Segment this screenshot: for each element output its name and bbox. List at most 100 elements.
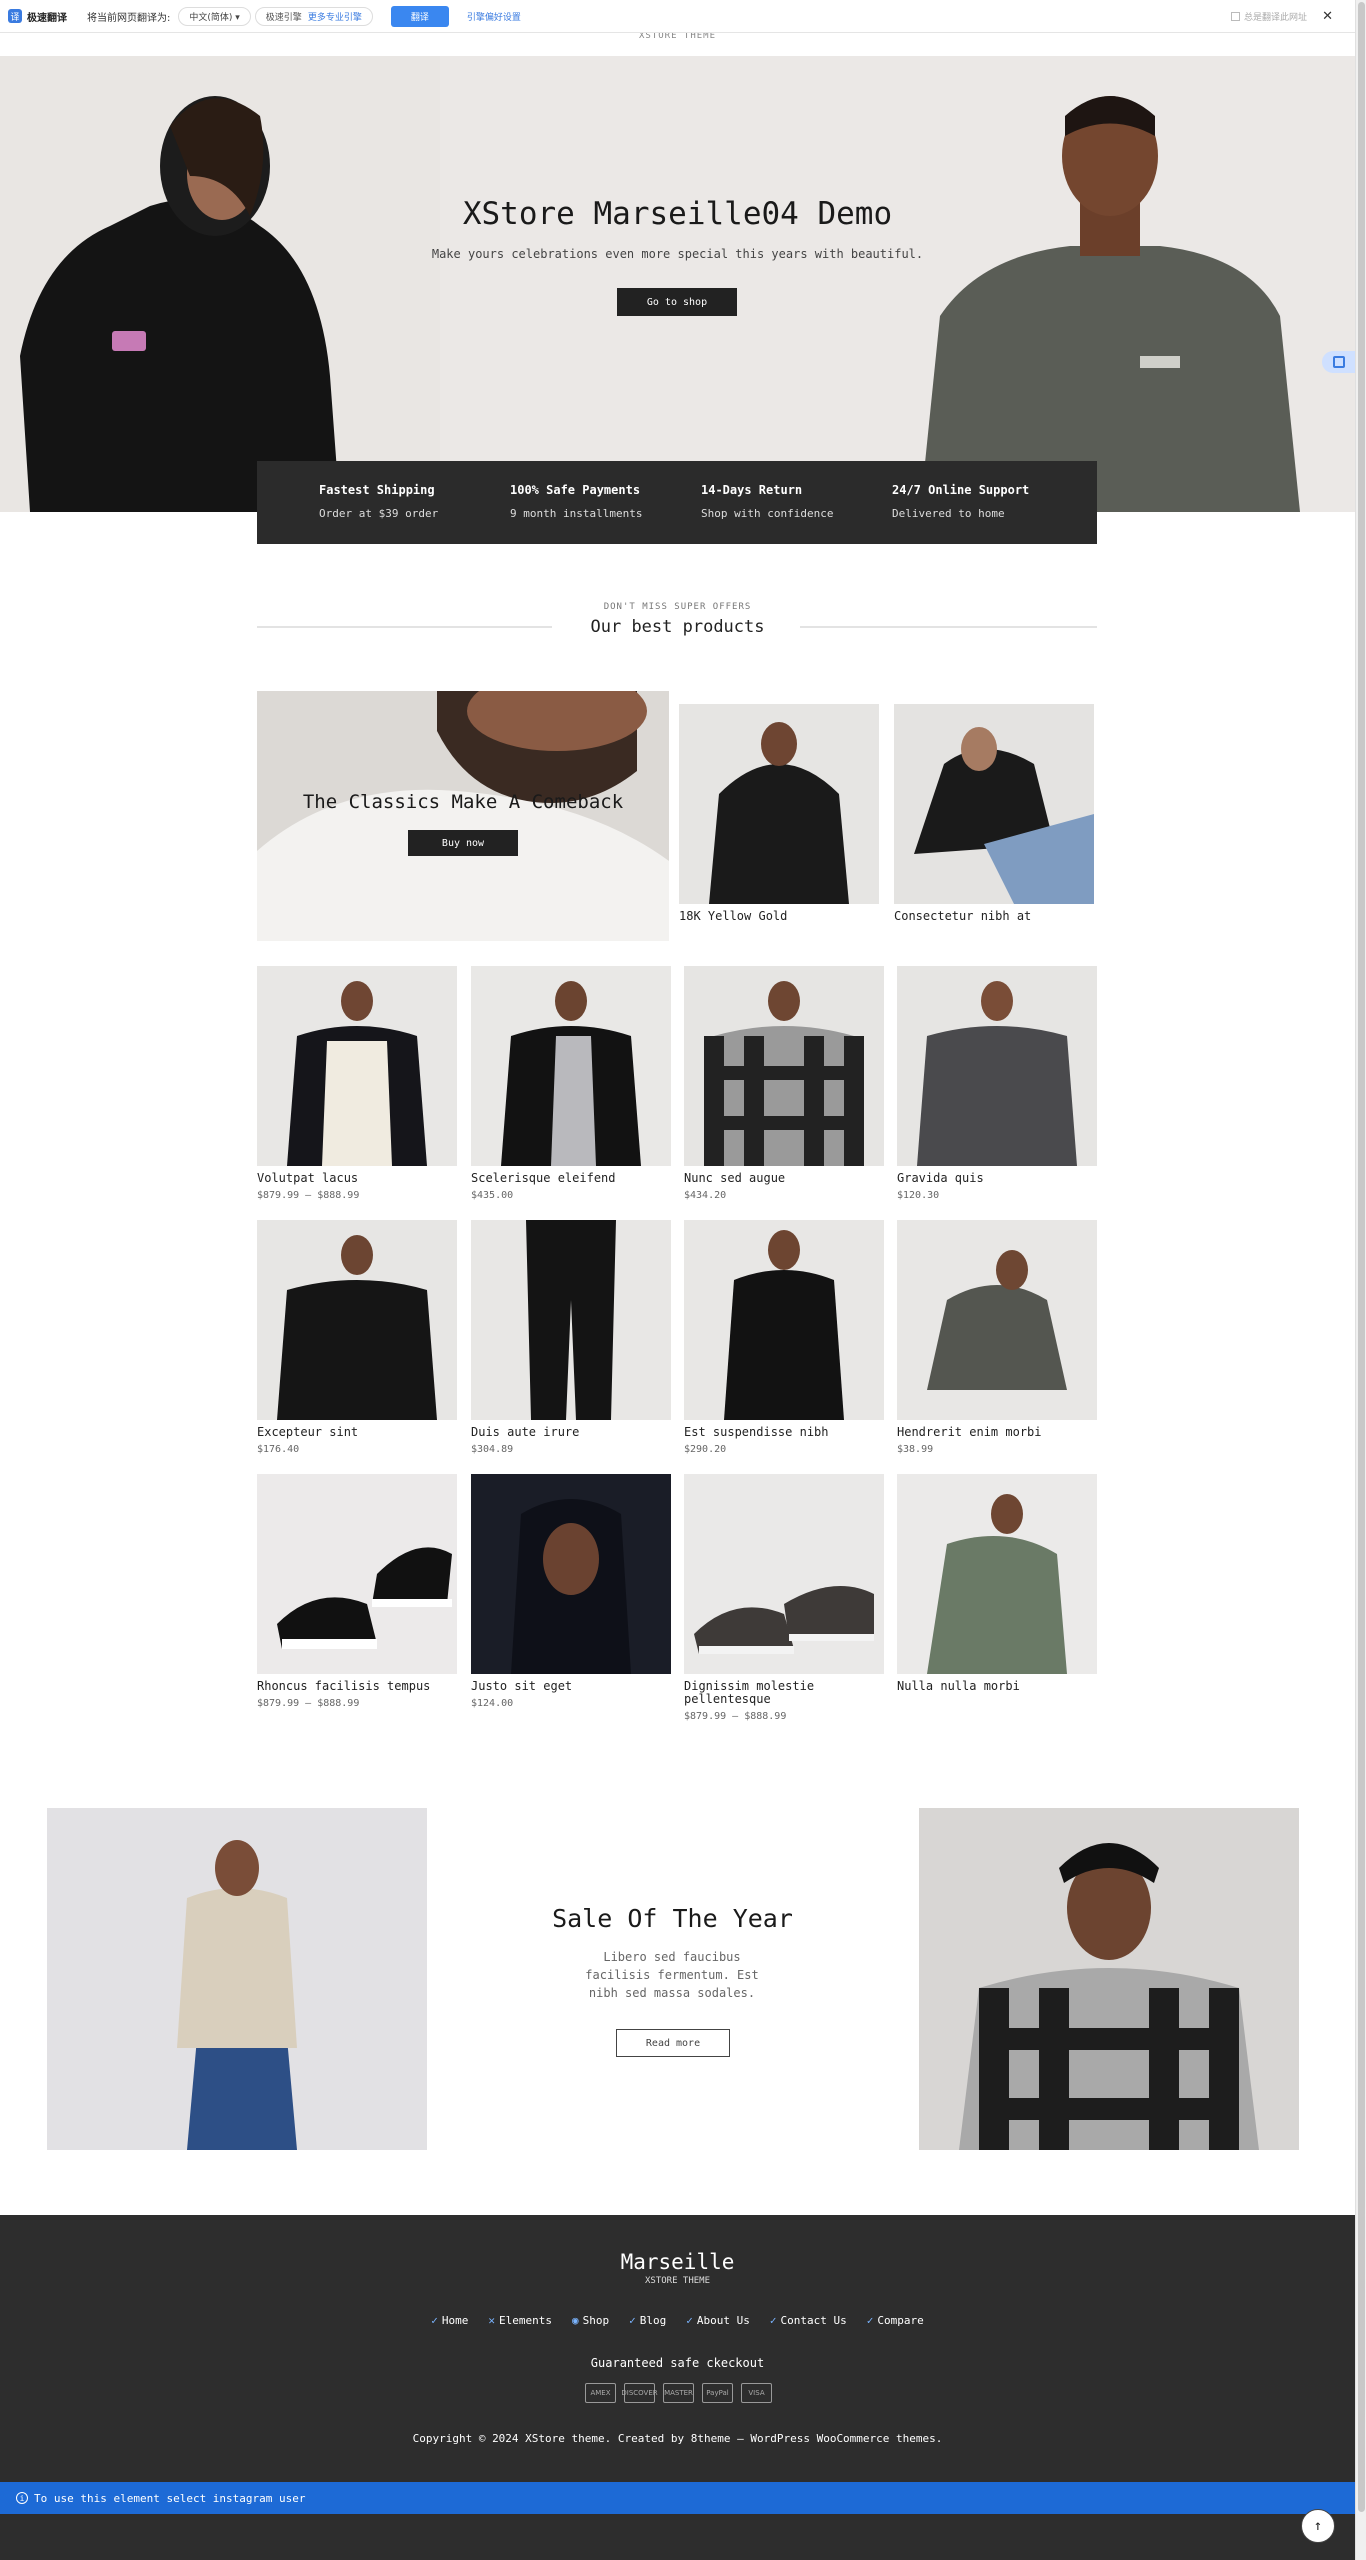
footer-nav-blog[interactable]: ✓ Blog [629,2314,666,2327]
product-card[interactable]: Hendrerit enim morbi $38.99 [897,1220,1097,1455]
product-name[interactable]: Est suspendisse nibh [684,1426,884,1439]
product-card[interactable]: Justo sit eget $124.00 [471,1474,671,1709]
product-image [679,704,879,904]
product-name[interactable]: Excepteur sint [257,1426,457,1439]
sale-image-right [919,1808,1299,2150]
product-name[interactable]: Hendrerit enim morbi [897,1426,1097,1439]
feature-item: 100% Safe Payments 9 month installments [510,483,701,544]
footer-brand[interactable]: Marseille [0,2250,1355,2274]
product-card[interactable]: Gravida quis $120.30 [897,966,1097,1201]
copyright: Copyright © 2024 XStore theme. Created b… [412,2432,943,2445]
side-panel-toggle[interactable] [1322,351,1355,373]
footer-nav-shop[interactable]: ◉ Shop [572,2314,609,2327]
product-card[interactable]: Rhoncus facilisis tempus $879.99 – $888.… [257,1474,457,1709]
product-image [894,704,1094,904]
product-name[interactable]: Rhoncus facilisis tempus [257,1680,457,1693]
go-to-shop-button[interactable]: Go to shop [617,288,737,316]
feature-title: 14-Days Return [701,483,803,497]
footer-nav: ✓ Home ✕ Elements ◉ Shop ✓ Blog ✓ About Us ✓ C… [0,2314,1355,2327]
feature-title: 24/7 Online Support [892,483,1030,497]
product-name[interactable]: Duis aute irure [471,1426,671,1439]
promo-title: The Classics Make A Comeback [302,791,624,813]
paypal-icon: PayPal [702,2383,733,2403]
feature-item: Fastest Shipping Order at $39 order [319,483,510,544]
translate-logo-icon: 译 [8,9,22,23]
product-card[interactable]: Nunc sed augue $434.20 [684,966,884,1201]
section-title: Our best products [590,617,765,637]
promo-banner[interactable]: The Classics Make A Comeback Buy now [257,691,669,941]
product-card[interactable]: Scelerisque eleifend $435.00 [471,966,671,1201]
hero-title: XStore Marseille04 Demo [462,196,893,232]
features-bar: Fastest Shipping Order at $39 order 100%… [257,461,1097,544]
hero-woman-image [0,56,440,512]
product-card[interactable]: Consectetur nibh at [894,704,1094,923]
product-card[interactable]: Est suspendisse nibh $290.20 [684,1220,884,1455]
product-name[interactable]: Volutpat lacus [257,1172,457,1185]
target-language-select[interactable]: 中文(简体) ▾ [178,6,251,26]
vertical-scrollbar[interactable] [1355,0,1366,2560]
always-translate-checkbox[interactable]: 总是翻译此网址 [1230,10,1307,23]
feature-title: Fastest Shipping [319,483,435,497]
footer: Marseille XSTORE THEME ✓ Home ✕ Elements ◉… [0,2215,1355,2560]
feature-subtitle: Shop with confidence [701,507,834,520]
read-more-button[interactable]: Read more [616,2029,730,2057]
product-image [897,1474,1097,1674]
buy-now-button[interactable]: Buy now [408,830,518,856]
product-name[interactable]: Consectetur nibh at [894,910,1094,923]
visa-icon: VISA [741,2383,772,2403]
footer-nav-label: Contact Us [780,2314,847,2327]
scroll-to-top-button[interactable]: ↑ [1301,2509,1335,2543]
sale-image-left [47,1808,427,2150]
footer-nav-elements[interactable]: ✕ Elements [488,2314,552,2327]
close-icon[interactable]: ✕ [1322,9,1333,24]
product-card[interactable]: Dignissim molestie pellentesque $879.99 … [684,1474,884,1722]
engine-preferences-link[interactable]: 引擎偏好设置 [467,10,521,23]
panel-icon [1332,356,1345,368]
product-card[interactable]: Volutpat lacus $879.99 – $888.99 [257,966,457,1201]
footer-nav-label: About Us [696,2314,750,2327]
engine-label: 极速引擎 [265,12,302,23]
target-icon: ◉ [572,2314,579,2327]
product-image [471,1474,671,1674]
footer-nav-compare[interactable]: ✓ Compare [867,2314,924,2327]
product-name[interactable]: Justo sit eget [471,1680,671,1693]
product-name[interactable]: Nulla nulla morbi [897,1680,1097,1693]
product-image [897,1220,1097,1420]
translate-brand: 极速翻译 [27,12,67,24]
product-image [257,1220,457,1420]
product-name[interactable]: 18K Yellow Gold [679,910,879,923]
product-name[interactable]: Nunc sed augue [684,1172,884,1185]
footer-nav-about[interactable]: ✓ About Us [686,2314,750,2327]
product-image [471,966,671,1166]
footer-nav-contact[interactable]: ✓ Contact Us [770,2314,847,2327]
feature-item: 14-Days Return Shop with confidence [701,483,892,544]
product-price: $879.99 – $888.99 [684,1711,787,1722]
more-engines-link[interactable]: 更多专业引擎 [308,10,362,23]
product-price: $304.89 [471,1444,514,1455]
product-name[interactable]: Dignissim molestie pellentesque [684,1680,884,1706]
target-language-value: 中文(简体) [189,12,233,23]
promo-image [257,691,669,941]
translate-button[interactable]: 翻译 [390,5,449,27]
product-card[interactable]: Excepteur sint $176.40 [257,1220,457,1455]
feature-subtitle: Order at $39 order [319,507,439,520]
product-card[interactable]: 18K Yellow Gold [679,704,879,923]
hero-banner: XStore Marseille04 Demo Make yours celeb… [0,56,1355,512]
product-name[interactable]: Scelerisque eleifend [471,1172,671,1185]
product-price: $434.20 [684,1190,727,1201]
engine-select[interactable]: 极速引擎 更多专业引擎 [254,6,373,26]
info-icon: i [16,2492,28,2504]
sale-text: Libero sed faucibus facilisis fermentum.… [585,1950,759,2000]
product-name[interactable]: Gravida quis [897,1172,1097,1185]
instagram-notice-text: To use this element select instagram use… [34,2491,306,2505]
feature-subtitle: Delivered to home [892,507,1005,520]
scrollbar-thumb[interactable] [1358,2,1365,2512]
product-price: $38.99 [897,1444,934,1455]
section-kicker: DON'T MISS SUPER OFFERS [603,602,752,612]
product-card[interactable]: Duis aute irure $304.89 [471,1220,671,1455]
translate-toolbar: 译 极速翻译 将当前网页翻译为: 中文(简体) ▾ 极速引擎 更多专业引擎 翻译… [0,0,1355,33]
check-icon: ✓ [686,2314,693,2327]
footer-nav-home[interactable]: ✓ Home [431,2314,468,2327]
product-card[interactable]: Nulla nulla morbi [897,1474,1097,1698]
guarantee-text: Guaranteed safe ckeckout [590,2356,765,2370]
